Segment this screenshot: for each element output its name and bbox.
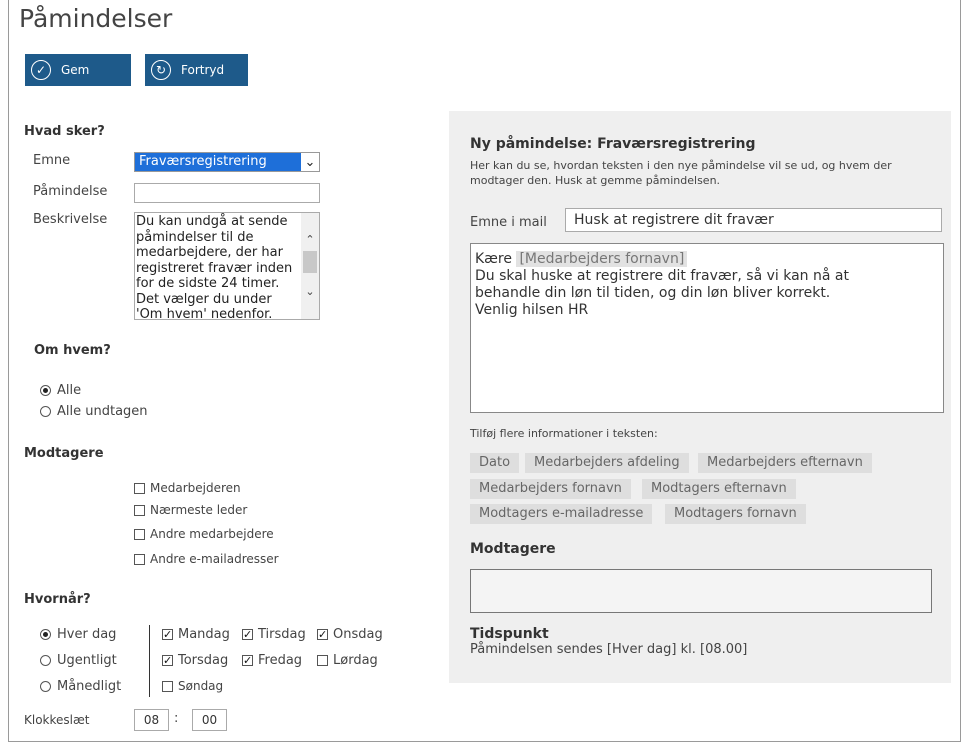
day-sunday-checkbox[interactable]: Søndag [162,679,223,693]
checkbox-label: Torsdag [178,653,229,668]
radio-button[interactable] [40,406,51,417]
preview-timing-heading: Tidspunkt [470,626,549,642]
tag-date-button[interactable]: Dato [470,453,520,473]
checkbox-checked[interactable]: ✓ [317,629,328,640]
checkbox-label: Nærmeste leder [150,503,248,517]
undo-circle-icon: ↻ [151,60,171,80]
tag-employee-department-button[interactable]: Medarbejders afdeling [525,453,689,473]
checkbox-label: Mandag [178,627,230,642]
checkbox-label: Medarbejderen [150,481,241,495]
checkbox-label: Onsdag [333,627,383,642]
description-text: Du kan undgå at sende påmindelser til de… [136,214,293,320]
who-radio-all-label: Alle [57,383,82,398]
tag-recipient-lastname-button[interactable]: Modtagers efternavn [642,479,796,499]
recipient-others-checkbox[interactable]: Andre medarbejdere [134,527,274,541]
description-textarea[interactable]: Du kan undgå at sende påmindelser til de… [134,212,320,320]
radio-button[interactable] [40,385,51,396]
day-wednesday-checkbox[interactable]: ✓ Onsdag [317,627,383,642]
reminder-input[interactable] [134,183,320,203]
checkbox-label: Søndag [178,679,224,693]
mail-body-textarea[interactable]: Kære [Medarbejders fornavn] Du skal husk… [470,243,944,413]
mail-line-3: Venlig hilsen HR [475,302,589,318]
radio-label: Ugentligt [57,653,117,668]
save-button[interactable]: ✓ Gem [25,54,131,86]
scroll-thumb[interactable] [303,251,317,273]
section-when-heading: Hvornår? [24,592,91,607]
preview-recipients-heading: Modtagere [470,541,556,557]
preview-timing-text: Påmindelsen sendes [Hver dag] kl. [08.00… [470,642,748,657]
mail-subject-label: Emne i mail [470,215,547,230]
frequency-weekly-radio[interactable]: Ugentligt [40,653,117,668]
radio-button[interactable] [40,655,51,666]
checkbox[interactable] [317,655,328,666]
description-scrollbar[interactable]: ⌃ ⌄ [301,213,319,319]
checkbox-checked[interactable]: ✓ [162,629,173,640]
who-radio-all[interactable]: Alle [40,383,81,398]
radio-label: Hver dag [57,627,117,642]
subject-select[interactable]: Fraværsregistrering ⌄ [134,152,320,172]
checkbox-label: Andre e-mailadresser [150,552,279,566]
checkbox[interactable] [134,553,145,565]
day-friday-checkbox[interactable]: ✓ Fredag [242,653,302,668]
preview-title: Ny påmindelse: Fraværsregistrering [470,136,756,152]
tag-recipient-email-button[interactable]: Modtagers e-mailadresse [470,504,653,524]
preview-description: Her kan du se, hvordan teksten i den nye… [470,159,892,187]
tag-recipient-firstname-button[interactable]: Modtagers fornavn [665,504,806,524]
mail-subject-input[interactable]: Husk at registrere dit fravær [565,208,942,232]
checkbox-label: Tirsdag [258,627,306,642]
day-thursday-checkbox[interactable]: ✓ Torsdag [162,653,228,668]
checkbox-checked[interactable]: ✓ [242,629,253,640]
who-radio-except-label: Alle undtagen [57,404,148,419]
day-tuesday-checkbox[interactable]: ✓ Tirsdag [242,627,306,642]
checkbox-label: Lørdag [333,653,378,668]
radio-button[interactable] [40,681,51,692]
page-title: Påmindelser [19,4,173,33]
day-saturday-checkbox[interactable]: Lørdag [317,653,378,668]
recipient-emails-checkbox[interactable]: Andre e-mailadresser [134,552,279,566]
frequency-daily-radio[interactable]: Hver dag [40,627,116,642]
mail-line-1: Du skal huske at registrere dit fravær, … [475,268,849,284]
undo-button[interactable]: ↻ Fortryd [145,54,248,86]
radio-button[interactable] [40,629,51,640]
add-info-label: Tilføj flere informationer i teksten: [470,427,658,440]
chevron-down-icon[interactable]: ⌄ [301,153,319,171]
section-what-heading: Hvad sker? [24,124,105,139]
checkbox-checked[interactable]: ✓ [162,655,173,666]
recipient-employee-checkbox[interactable]: Medarbejderen [134,481,241,495]
time-hour-input[interactable]: 08 [134,709,169,731]
radio-label: Månedligt [57,679,122,694]
divider [149,625,150,697]
tag-employee-firstname-button[interactable]: Medarbejders fornavn [470,479,631,499]
description-label: Beskrivelse [33,212,108,227]
subject-label: Emne [33,153,71,168]
save-button-label: Gem [61,63,90,77]
checkbox-label: Andre medarbejdere [150,527,274,541]
frequency-monthly-radio[interactable]: Månedligt [40,679,121,694]
mail-name-tag: [Medarbejders fornavn] [516,251,688,267]
checkbox[interactable] [134,528,145,540]
checkbox-checked[interactable]: ✓ [242,655,253,666]
reminder-label: Påmindelse [33,184,108,199]
mail-line-2: behandle din løn til tiden, og din løn b… [475,285,831,301]
checkbox[interactable] [134,504,145,516]
check-circle-icon: ✓ [31,60,51,80]
section-who-heading: Om hvem? [34,343,111,358]
subject-select-value: Fraværsregistrering [135,153,301,171]
who-radio-except[interactable]: Alle undtagen [40,404,148,419]
preview-recipients-box [470,569,932,613]
recipient-manager-checkbox[interactable]: Nærmeste leder [134,503,247,517]
mail-greeting: Kære [475,251,512,267]
tag-employee-lastname-button[interactable]: Medarbejders efternavn [698,453,872,473]
checkbox-label: Fredag [258,653,303,668]
scroll-down-icon[interactable]: ⌄ [301,283,319,301]
time-label: Klokkeslæt [24,713,90,727]
checkbox[interactable] [162,680,173,692]
day-monday-checkbox[interactable]: ✓ Mandag [162,627,230,642]
section-recipients-heading: Modtagere [24,446,104,461]
undo-button-label: Fortryd [181,63,225,77]
checkbox[interactable] [134,482,145,494]
scroll-up-icon[interactable]: ⌃ [301,231,319,249]
time-separator: : [174,711,179,726]
time-minute-input[interactable]: 00 [192,709,227,731]
